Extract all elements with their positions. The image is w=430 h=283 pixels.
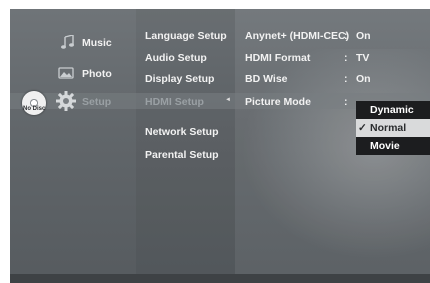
setting-separator: : xyxy=(344,96,348,108)
gear-icon xyxy=(55,90,77,112)
setting-separator: : xyxy=(344,73,348,85)
setting-bd-wise-label[interactable]: BD Wise xyxy=(245,73,288,85)
option-label: Movie xyxy=(370,140,400,152)
option-label: Normal xyxy=(370,122,407,134)
setting-hdmi-format-value: TV xyxy=(356,52,370,64)
setting-picture-mode-label[interactable]: Picture Mode xyxy=(245,96,311,108)
menu-audio-setup[interactable]: Audio Setup xyxy=(145,52,207,64)
category-setup[interactable]: Setup xyxy=(82,96,111,108)
disc-status-label: No Disc xyxy=(23,106,46,112)
option-label: Dynamic xyxy=(370,104,414,116)
setting-bd-wise-value: On xyxy=(356,73,371,85)
music-note-icon xyxy=(60,34,76,49)
setting-anynet-value: On xyxy=(356,30,371,42)
menu-parental-setup[interactable]: Parental Setup xyxy=(145,149,219,161)
option-normal[interactable]: ✓ Normal xyxy=(356,119,430,137)
option-dynamic[interactable]: Dynamic xyxy=(356,101,430,119)
setting-separator: : xyxy=(344,52,348,64)
photo-icon xyxy=(58,66,74,80)
setting-hdmi-format-label[interactable]: HDMI Format xyxy=(245,52,310,64)
menu-language-setup[interactable]: Language Setup xyxy=(145,30,227,42)
option-movie[interactable]: Movie xyxy=(356,137,430,155)
setting-separator: : xyxy=(344,30,348,42)
menu-display-setup[interactable]: Display Setup xyxy=(145,73,214,85)
category-photo[interactable]: Photo xyxy=(82,68,112,80)
setup-menu-column xyxy=(136,9,235,283)
setting-anynet-label[interactable]: Anynet+ (HDMI-CEC) xyxy=(245,30,349,42)
menu-hdmi-setup[interactable]: HDMI Setup xyxy=(145,96,204,108)
bd-player-menu-screen: Music Photo Setup No Disc Language Setup… xyxy=(10,9,430,283)
bottom-bar xyxy=(10,274,430,283)
menu-network-setup[interactable]: Network Setup xyxy=(145,126,219,138)
highlight-arrow-icon: ◄ xyxy=(225,97,231,103)
check-icon: ✓ xyxy=(358,122,367,134)
category-music[interactable]: Music xyxy=(82,37,112,49)
picture-mode-dropdown: Dynamic ✓ Normal Movie xyxy=(356,101,430,155)
